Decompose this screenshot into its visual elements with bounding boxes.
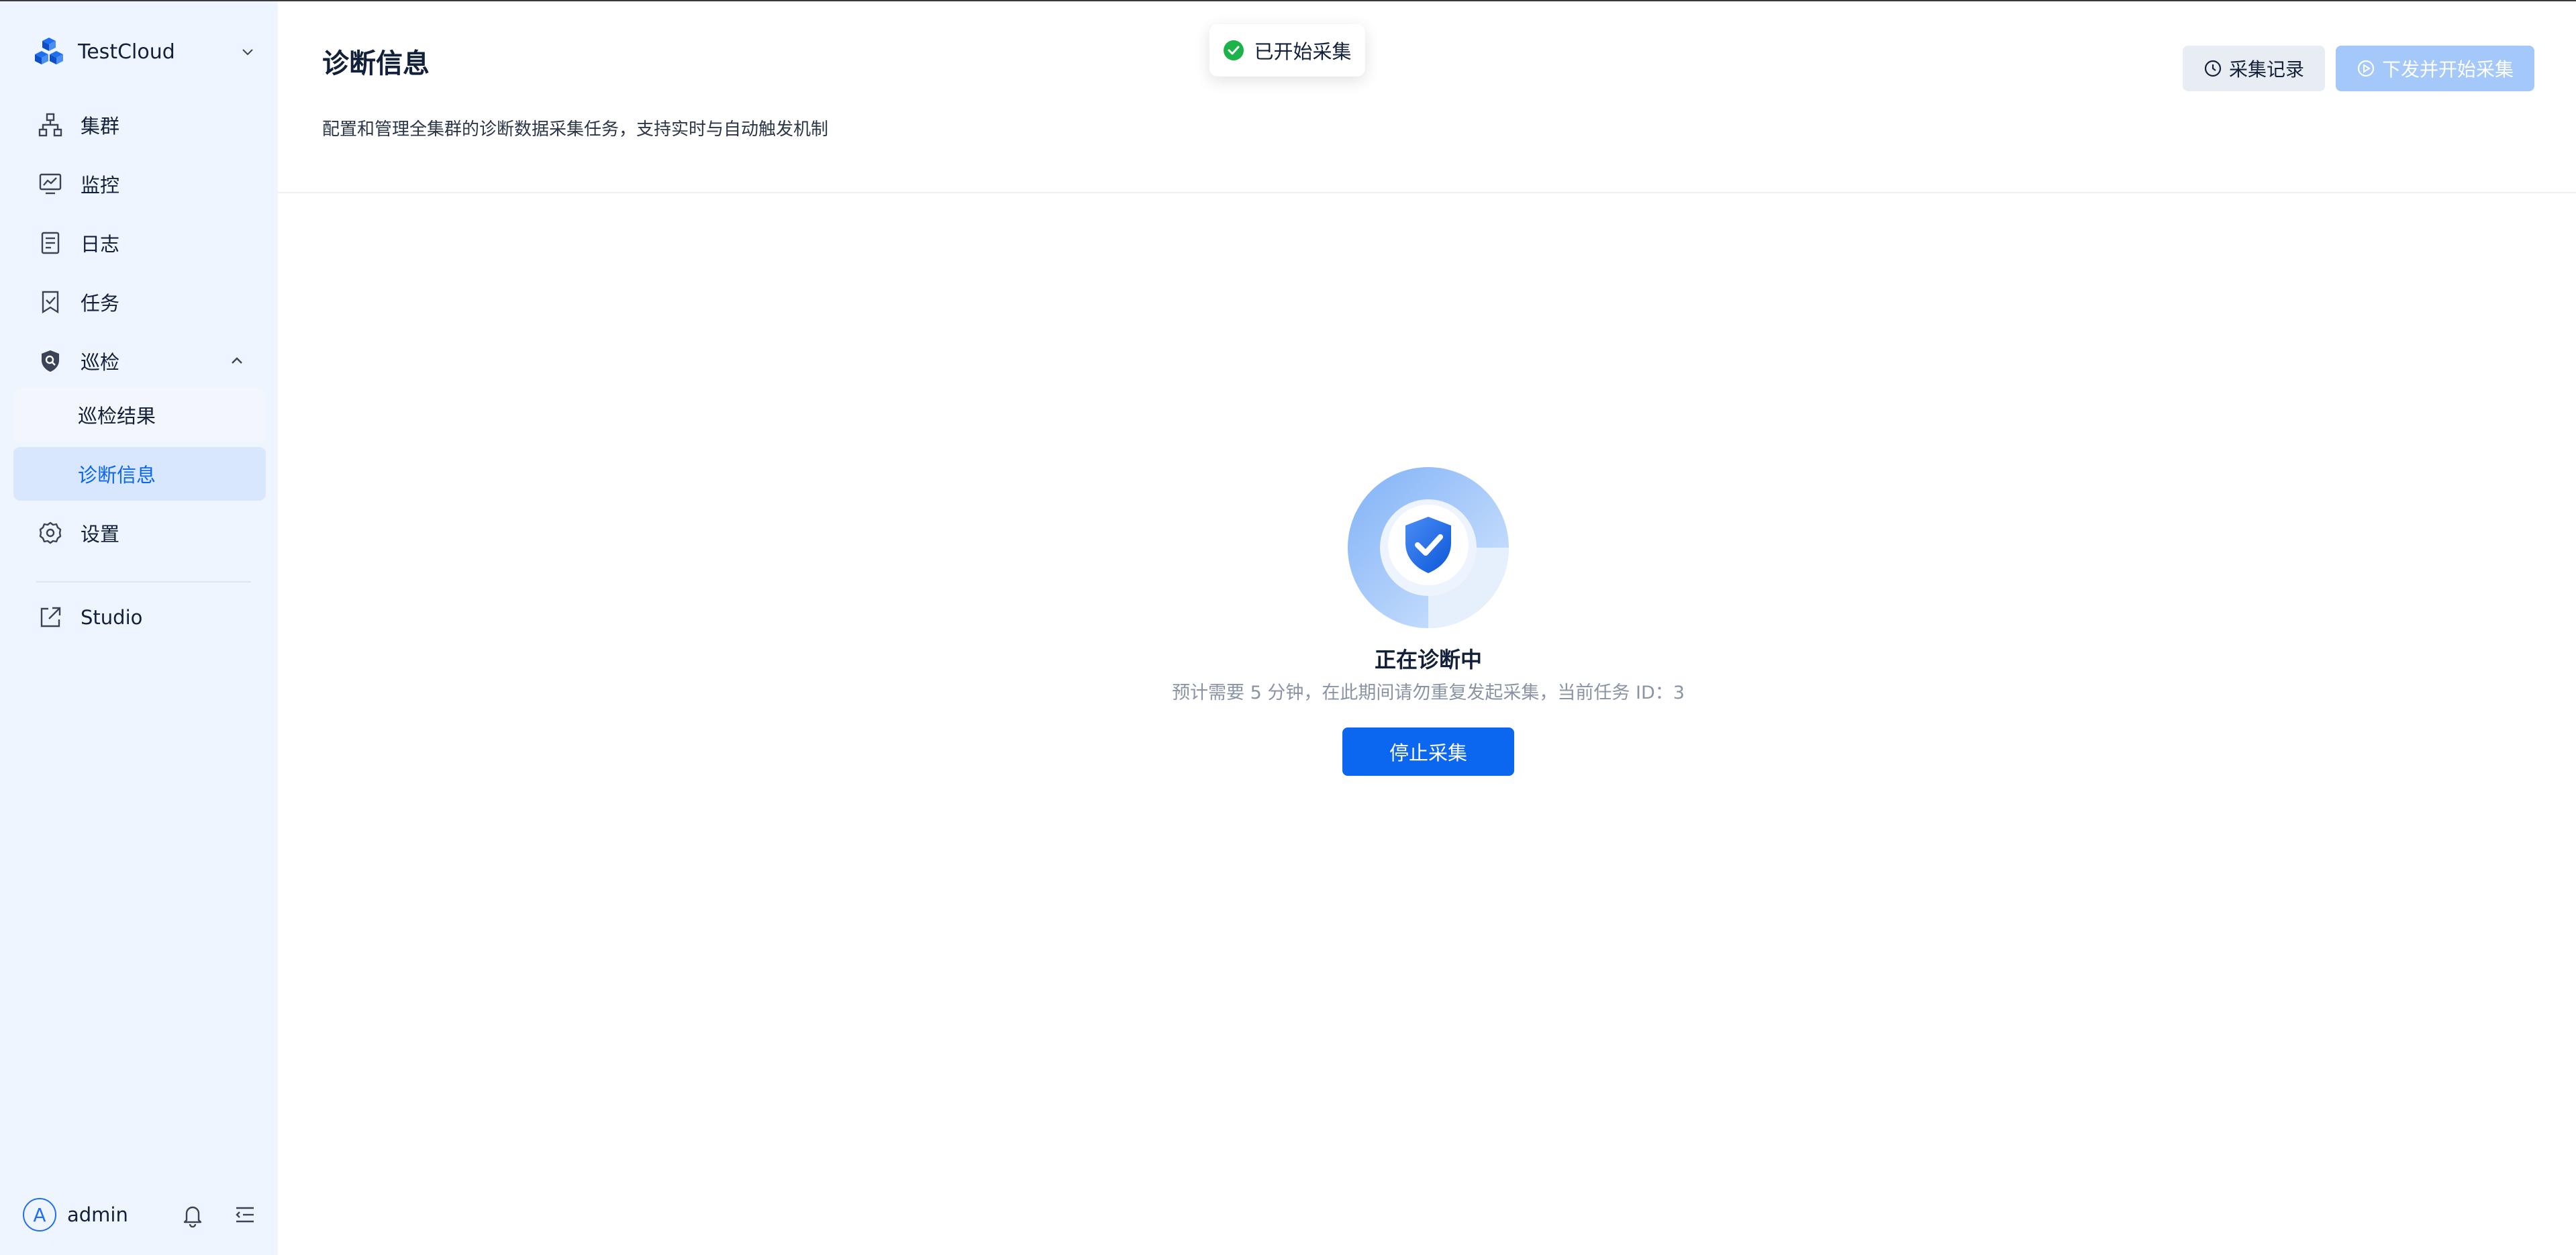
bell-icon[interactable] bbox=[180, 1202, 205, 1227]
check-circle-icon bbox=[1224, 40, 1244, 60]
sidebar-item-studio[interactable]: Studio bbox=[13, 591, 266, 644]
sidebar-item-label: 集群 bbox=[81, 115, 120, 138]
sidebar-item-monitor[interactable]: 监控 bbox=[13, 157, 266, 211]
page-title: 诊断信息 bbox=[322, 48, 430, 79]
sidebar-item-settings[interactable]: 设置 bbox=[13, 506, 266, 560]
sidebar-subitem-inspection-results[interactable]: 巡检结果 bbox=[13, 388, 266, 442]
log-icon bbox=[38, 230, 63, 256]
sidebar-item-label: 巡检 bbox=[81, 351, 120, 374]
workspace-switcher[interactable]: TestCloud bbox=[34, 34, 255, 70]
dispatch-start-label: 下发并开始采集 bbox=[2381, 58, 2514, 81]
task-icon bbox=[38, 289, 63, 315]
workspace-name: TestCloud bbox=[78, 40, 175, 64]
collection-history-button[interactable]: 采集记录 bbox=[2183, 46, 2325, 91]
sidebar-item-log[interactable]: 日志 bbox=[13, 216, 266, 270]
sidebar-item-inspection[interactable]: 巡检 bbox=[13, 334, 266, 388]
dispatch-start-button[interactable]: 下发并开始采集 bbox=[2336, 46, 2534, 91]
success-toast: 已开始采集 bbox=[1209, 24, 1365, 77]
sidebar-item-label: 日志 bbox=[81, 233, 120, 256]
avatar[interactable]: A bbox=[23, 1198, 56, 1232]
main-content: 诊断信息 配置和管理全集群的诊断数据采集任务，支持实时与自动触发机制 采集记录 … bbox=[278, 1, 2576, 1254]
cluster-icon bbox=[38, 112, 63, 138]
sidebar-item-label: 任务 bbox=[81, 292, 120, 315]
collapse-menu-icon[interactable] bbox=[232, 1202, 258, 1227]
shield-search-icon bbox=[38, 348, 63, 374]
sidebar-footer: A admin bbox=[23, 1196, 258, 1234]
status-description: 预计需要 5 分钟，在此期间请勿重复发起采集，当前任务 ID：3 bbox=[1172, 683, 1685, 703]
cubes-logo-icon bbox=[35, 38, 63, 64]
stop-collection-button[interactable]: 停止采集 bbox=[1342, 727, 1514, 776]
username[interactable]: admin bbox=[67, 1203, 153, 1226]
sidebar-subitem-diagnostics[interactable]: 诊断信息 bbox=[13, 447, 266, 501]
sidebar: TestCloud 集群 监控 日志 任务 巡检 巡检结果 诊断信息 设置 St… bbox=[0, 1, 278, 1255]
sidebar-item-label: 设置 bbox=[81, 523, 120, 546]
toast-message: 已开始采集 bbox=[1254, 40, 1352, 63]
diagnosing-shield-icon bbox=[1348, 467, 1509, 628]
sidebar-item-label: 监控 bbox=[81, 174, 120, 197]
sidebar-item-task[interactable]: 任务 bbox=[13, 275, 266, 329]
external-link-icon bbox=[38, 605, 63, 630]
gear-icon bbox=[38, 520, 63, 546]
collection-history-label: 采集记录 bbox=[2228, 58, 2304, 81]
page-subtitle: 配置和管理全集群的诊断数据采集任务，支持实时与自动触发机制 bbox=[322, 119, 829, 140]
header-divider bbox=[278, 192, 2576, 193]
chevron-down-icon bbox=[242, 49, 253, 56]
chevron-up-icon bbox=[232, 357, 242, 364]
sidebar-divider bbox=[36, 581, 251, 583]
sidebar-subitem-label: 诊断信息 bbox=[78, 464, 156, 487]
play-circle-icon bbox=[2357, 60, 2375, 77]
monitor-icon bbox=[38, 171, 63, 197]
status-title: 正在诊断中 bbox=[1374, 647, 1482, 672]
sidebar-subitem-label: 巡检结果 bbox=[78, 405, 156, 428]
sidebar-item-label: Studio bbox=[81, 606, 143, 629]
clock-icon bbox=[2204, 60, 2222, 77]
sidebar-item-cluster[interactable]: 集群 bbox=[13, 98, 266, 152]
